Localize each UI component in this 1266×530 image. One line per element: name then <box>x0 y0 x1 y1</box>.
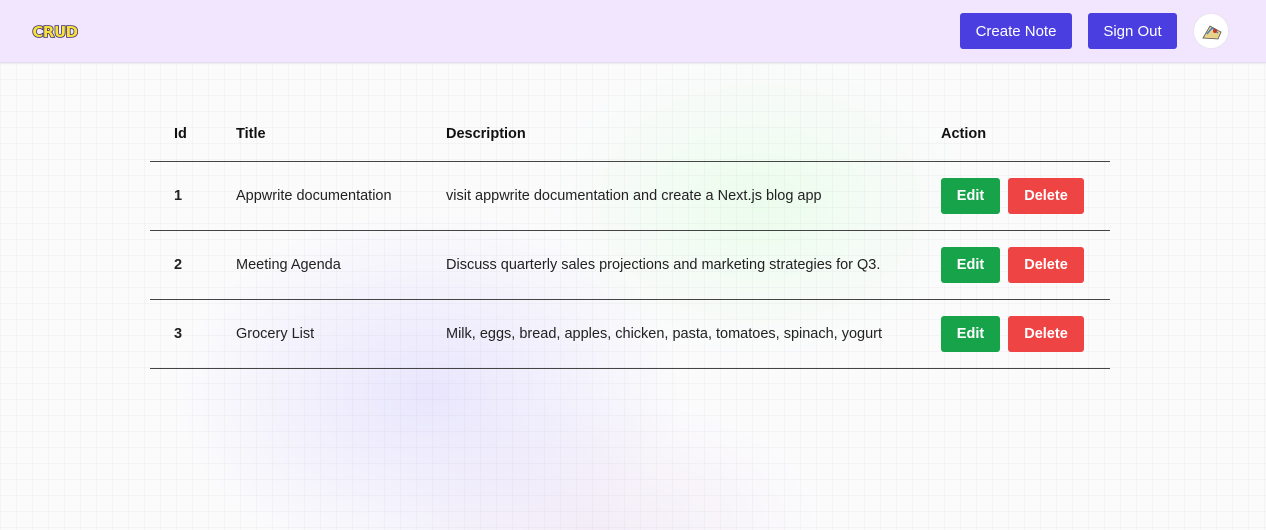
note-actions: Edit Delete <box>941 299 1110 369</box>
note-title: Grocery List <box>236 299 446 369</box>
avatar[interactable] <box>1193 13 1229 49</box>
column-header-title: Title <box>236 108 446 162</box>
crud-logo[interactable]: CRUD <box>30 20 80 42</box>
note-id: 1 <box>150 161 236 231</box>
note-id: 2 <box>150 230 236 300</box>
delete-button[interactable]: Delete <box>1008 315 1084 352</box>
note-id: 3 <box>150 299 236 369</box>
sign-out-button[interactable]: Sign Out <box>1088 13 1177 49</box>
note-description: visit appwrite documentation and create … <box>446 161 941 231</box>
edit-button[interactable]: Edit <box>941 246 1000 283</box>
table-header-row: Id Title Description Action <box>150 108 1110 162</box>
note-description: Discuss quarterly sales projections and … <box>446 230 941 300</box>
table-row: 3 Grocery List Milk, eggs, bread, apples… <box>150 299 1110 369</box>
table-row: 1 Appwrite documentation visit appwrite … <box>150 161 1110 231</box>
notes-table: Id Title Description Action 1 Appwrite d… <box>150 108 1110 369</box>
delete-button[interactable]: Delete <box>1008 246 1084 283</box>
table-row: 2 Meeting Agenda Discuss quarterly sales… <box>150 230 1110 300</box>
user-avatar-icon <box>1194 14 1228 48</box>
note-title: Meeting Agenda <box>236 230 446 300</box>
delete-button[interactable]: Delete <box>1008 177 1084 214</box>
top-navbar: CRUD Create Note Sign Out <box>0 0 1266 63</box>
note-actions: Edit Delete <box>941 161 1110 231</box>
note-actions: Edit Delete <box>941 230 1110 300</box>
create-note-button[interactable]: Create Note <box>960 13 1072 49</box>
svg-text:CRUD: CRUD <box>32 23 77 41</box>
edit-button[interactable]: Edit <box>941 177 1000 214</box>
edit-button[interactable]: Edit <box>941 315 1000 352</box>
note-description: Milk, eggs, bread, apples, chicken, past… <box>446 299 941 369</box>
column-header-action: Action <box>941 108 1110 162</box>
note-title: Appwrite documentation <box>236 161 446 231</box>
column-header-description: Description <box>446 108 941 162</box>
column-header-id: Id <box>150 108 236 162</box>
